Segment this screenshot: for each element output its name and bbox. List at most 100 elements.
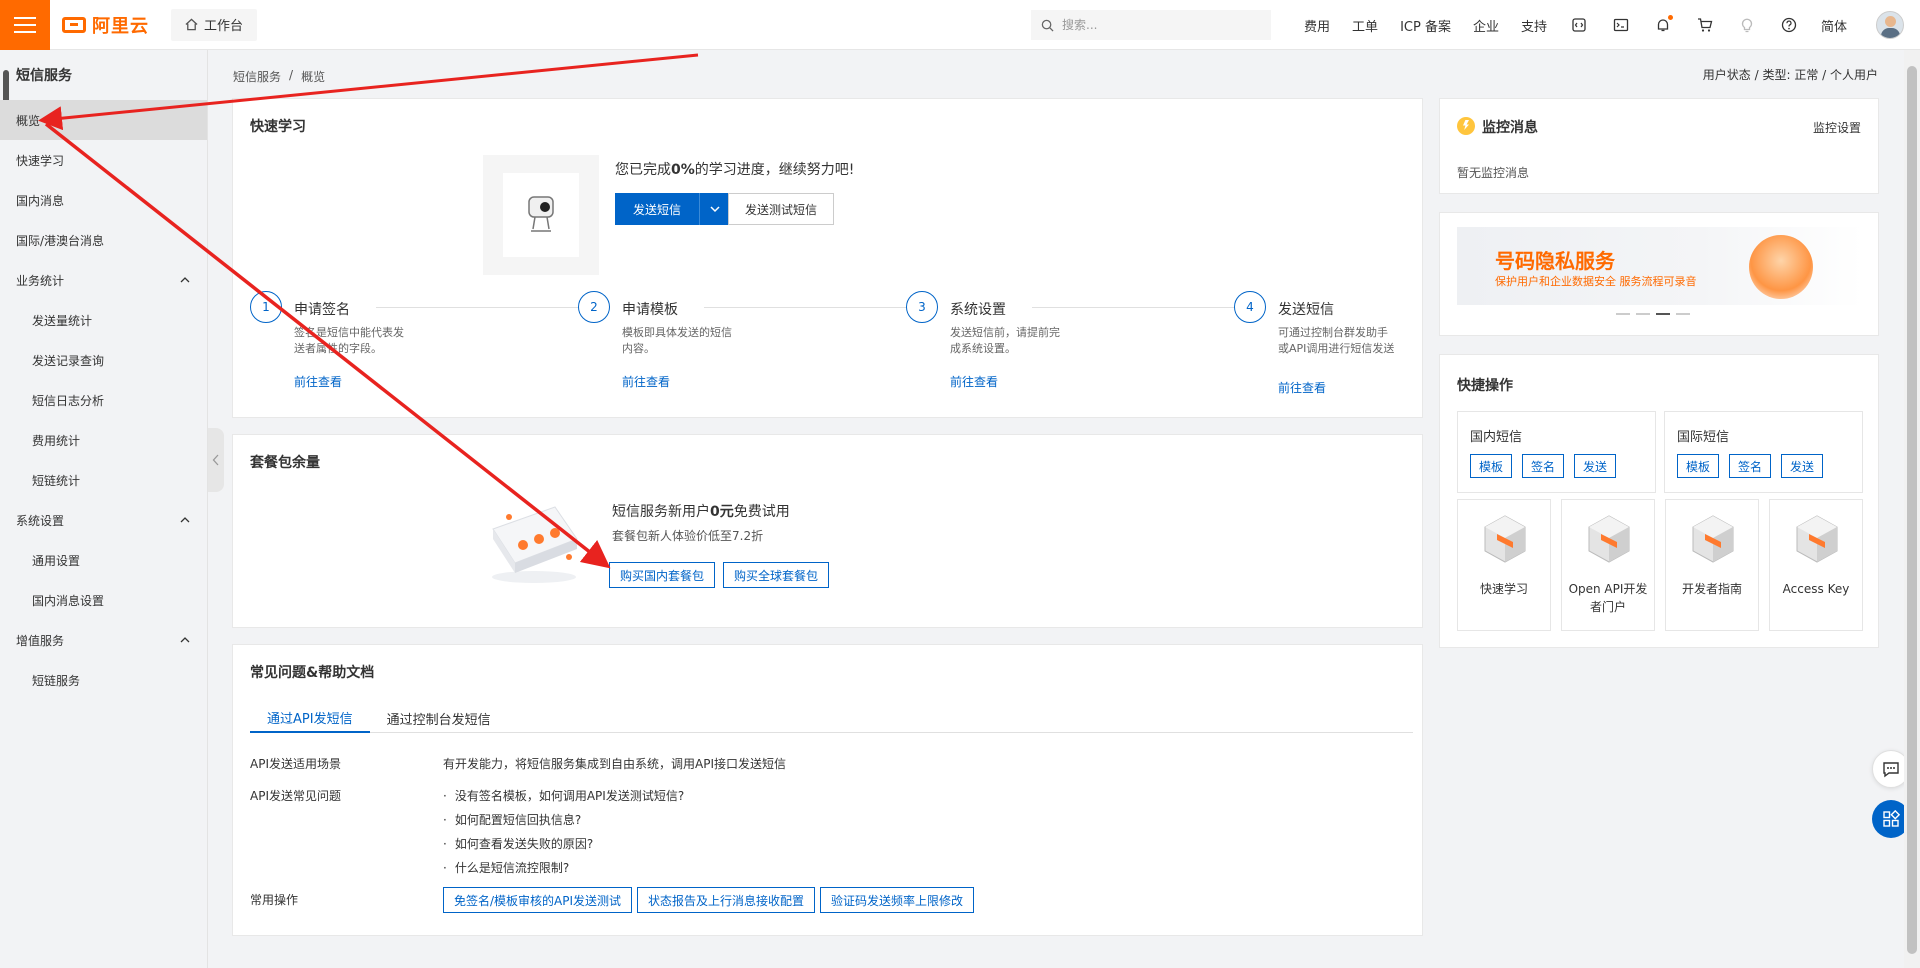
sidebar-item-send-records[interactable]: 发送记录查询	[0, 340, 207, 380]
breadcrumb-root[interactable]: 短信服务	[233, 68, 281, 85]
step-number: 3	[906, 291, 938, 323]
learn-progress-value: 0%	[671, 162, 695, 178]
package-headline-value: 0元	[710, 504, 734, 520]
faq-ops-label: 常用操作	[250, 893, 299, 907]
top-link-support[interactable]: 支持	[1521, 16, 1547, 35]
send-sms-button[interactable]: 发送短信	[615, 193, 730, 225]
step-link[interactable]: 前往查看	[294, 373, 342, 390]
sidebar-item-domestic-settings[interactable]: 国内消息设置	[0, 580, 207, 620]
bell-icon[interactable]	[1653, 15, 1673, 35]
search-box[interactable]	[1031, 10, 1272, 40]
banner-cube-graphic	[1749, 235, 1813, 299]
tab-api-send[interactable]: 通过API发短信	[250, 703, 370, 733]
workbench-button[interactable]: 工作台	[171, 8, 258, 41]
op-status-report-button[interactable]: 状态报告及上行消息接收配置	[637, 887, 816, 913]
menu-icon[interactable]	[0, 0, 50, 50]
top-link-fees[interactable]: 费用	[1304, 16, 1330, 35]
faq-question-link[interactable]: 没有签名模板，如何调用API发送测试短信?	[443, 787, 684, 804]
carousel-dots	[1616, 313, 1690, 315]
tile-quick-learn[interactable]: 快速学习	[1457, 499, 1551, 631]
banner-title: 号码隐私服务	[1495, 249, 1615, 273]
privacy-service-banner[interactable]: 号码隐私服务 保护用户和企业数据安全 服务流程可录音	[1457, 227, 1863, 305]
tile-developer-guide[interactable]: 开发者指南	[1665, 499, 1759, 631]
buy-domestic-package-button[interactable]: 购买国内套餐包	[609, 562, 716, 588]
faq-question-link[interactable]: 什么是短信流控限制?	[443, 859, 569, 876]
workbench-label: 工作台	[204, 19, 244, 34]
carousel-dot[interactable]	[1616, 313, 1630, 315]
help-icon[interactable]	[1779, 15, 1799, 35]
step-name: 发送短信	[1278, 302, 1334, 318]
sidebar-group-business-stats[interactable]: 业务统计	[0, 260, 207, 300]
search-input[interactable]	[1062, 18, 1253, 32]
learn-progress-text: 您已完成0%的学习进度，继续努力吧!	[615, 162, 855, 178]
step-link[interactable]: 前往查看	[622, 373, 670, 390]
faq-question-link[interactable]: 如何查看发送失败的原因?	[443, 835, 593, 852]
sidebar-item-send-volume[interactable]: 发送量统计	[0, 300, 207, 340]
tile-access-key[interactable]: Access Key	[1769, 499, 1863, 631]
carousel-dot-active[interactable]	[1656, 313, 1670, 315]
page-scrollbar-thumb[interactable]	[1907, 66, 1917, 954]
tab-console-send[interactable]: 通过控制台发短信	[370, 703, 508, 733]
sidebar-item-general-settings[interactable]: 通用设置	[0, 540, 207, 580]
user-status: 用户状态 / 类型: 正常 / 个人用户	[1702, 68, 1878, 82]
sidebar-collapse-handle[interactable]	[208, 428, 224, 492]
international-template-button[interactable]: 模板	[1677, 454, 1720, 478]
breadcrumb: 短信服务 / 概览	[233, 68, 325, 85]
carousel-dot[interactable]	[1636, 313, 1650, 315]
sidebar-item-domestic-messages[interactable]: 国内消息	[0, 180, 207, 220]
page-scrollbar[interactable]	[1904, 50, 1920, 968]
step-desc: 发送短信前，请提前完成系统设置。	[950, 326, 1060, 355]
international-send-button[interactable]: 发送	[1781, 454, 1824, 478]
step-connector	[1032, 307, 1242, 308]
chat-icon	[1883, 762, 1899, 778]
sidebar-group-value-added[interactable]: 增值服务	[0, 620, 207, 660]
lightning-icon	[1457, 117, 1475, 135]
faq-card: 常见问题&帮助文档 通过API发短信 通过控制台发短信 API发送适用场景 有开…	[232, 644, 1423, 936]
cart-icon[interactable]	[1695, 15, 1715, 35]
language-switch[interactable]: 简体	[1821, 16, 1847, 35]
send-sms-dropdown[interactable]	[699, 193, 729, 225]
sidebar-item-log-analysis[interactable]: 短信日志分析	[0, 380, 207, 420]
sidebar-item-overview[interactable]: 概览	[0, 100, 207, 140]
aliyun-logo[interactable]: 阿里云	[62, 12, 149, 38]
step-link[interactable]: 前往查看	[1278, 379, 1326, 396]
robot-icon	[528, 196, 554, 232]
sidebar-item-international-messages[interactable]: 国际/港澳台消息	[0, 220, 207, 260]
domestic-send-button[interactable]: 发送	[1574, 454, 1617, 478]
top-link-enterprise[interactable]: 企业	[1473, 16, 1499, 35]
apps-grid-icon	[1883, 810, 1900, 827]
domestic-template-button[interactable]: 模板	[1470, 454, 1513, 478]
cube-icon	[1692, 515, 1734, 563]
international-signature-button[interactable]: 签名	[1729, 454, 1772, 478]
top-link-icp[interactable]: ICP 备案	[1400, 16, 1451, 35]
domestic-signature-button[interactable]: 签名	[1522, 454, 1565, 478]
tile-label: Access Key	[1782, 582, 1850, 596]
cube-icon	[1484, 515, 1526, 563]
sidebar-group-system-settings[interactable]: 系统设置	[0, 500, 207, 540]
terminal-icon[interactable]	[1611, 15, 1631, 35]
international-sms-box: 国际短信 模板 签名 发送	[1664, 411, 1863, 493]
sidebar-item-shortlink-service[interactable]: 短链服务	[0, 660, 207, 700]
tile-open-api[interactable]: Open API开发者门户	[1561, 499, 1655, 631]
faq-tabs: 通过API发短信 通过控制台发短信	[250, 703, 1413, 733]
quick-learn-title: 快速学习	[250, 119, 306, 135]
sidebar-item-shortlink-stats[interactable]: 短链统计	[0, 460, 207, 500]
user-avatar[interactable]	[1876, 11, 1904, 39]
op-api-test-button[interactable]: 免签名/模板审核的API发送测试	[443, 887, 633, 913]
tile-label: Open API开发者门户	[1568, 582, 1648, 614]
send-test-sms-button[interactable]: 发送测试短信	[728, 193, 835, 225]
top-link-tickets[interactable]: 工单	[1352, 16, 1378, 35]
chevron-left-icon	[212, 454, 219, 466]
carousel-dot[interactable]	[1676, 313, 1690, 315]
sidebar-item-fee-stats[interactable]: 费用统计	[0, 420, 207, 460]
sidebar-item-quick-learn[interactable]: 快速学习	[0, 140, 207, 180]
code-icon[interactable]	[1569, 15, 1589, 35]
buy-global-package-button[interactable]: 购买全球套餐包	[723, 562, 830, 588]
monitor-settings-link[interactable]: 监控设置	[1813, 119, 1861, 136]
lightbulb-icon[interactable]	[1737, 15, 1757, 35]
chevron-up-icon	[180, 277, 190, 283]
step-link[interactable]: 前往查看	[950, 373, 998, 390]
robot-illustration	[483, 155, 599, 275]
op-code-frequency-button[interactable]: 验证码发送频率上限修改	[820, 887, 975, 913]
faq-question-link[interactable]: 如何配置短信回执信息?	[443, 811, 581, 828]
